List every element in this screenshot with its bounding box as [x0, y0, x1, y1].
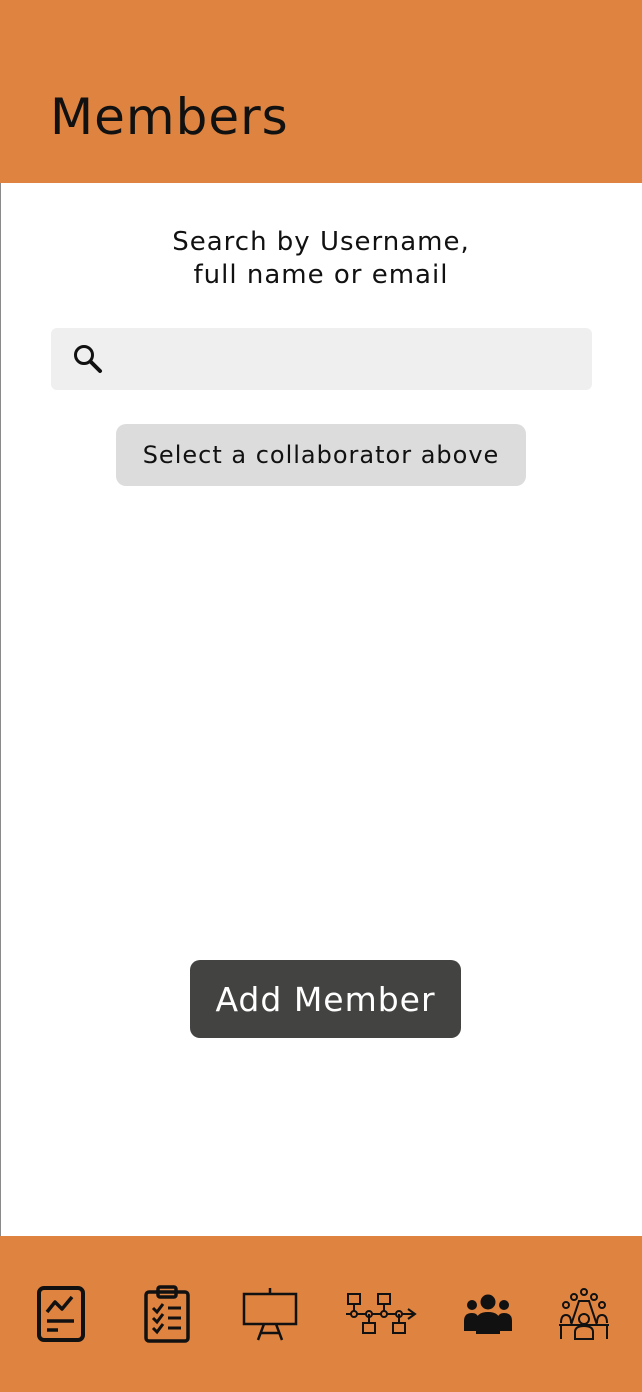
search-box[interactable]	[51, 328, 592, 392]
nav-item-presentations[interactable]	[230, 1236, 310, 1392]
app-header: Members	[0, 0, 642, 183]
nav-item-reports[interactable]	[21, 1236, 101, 1392]
meeting-table-icon	[559, 1288, 609, 1340]
search-caption-line-2: full name or email	[193, 260, 449, 290]
search-icon	[74, 345, 102, 373]
search-input[interactable]	[115, 328, 579, 392]
members-group-icon	[464, 1294, 512, 1334]
bottom-nav	[0, 1236, 642, 1392]
add-member-button[interactable]: Add Member	[190, 960, 461, 1038]
report-chart-icon	[37, 1286, 85, 1342]
nav-item-members[interactable]	[448, 1236, 528, 1392]
collaborator-status-chip: Select a collaborator above	[116, 424, 526, 486]
page-title: Members	[50, 88, 289, 146]
nav-item-workflow[interactable]	[341, 1236, 421, 1392]
workflow-timeline-icon	[346, 1293, 417, 1334]
search-caption-line-1: Search by Username,	[172, 227, 470, 257]
search-caption: Search by Username, full name or email	[0, 226, 642, 292]
nav-item-meetings[interactable]	[544, 1236, 624, 1392]
frame-border	[0, 0, 1, 1392]
task-checklist-icon	[144, 1285, 190, 1343]
presentation-board-icon	[242, 1288, 298, 1341]
nav-item-tasks[interactable]	[127, 1236, 207, 1392]
